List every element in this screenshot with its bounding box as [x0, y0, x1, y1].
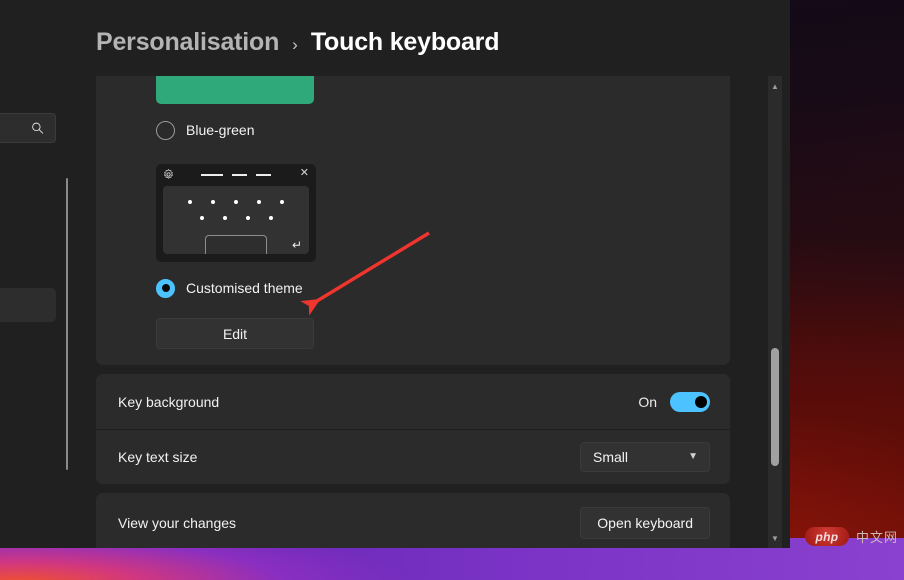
scrollbar-thumb[interactable]: [771, 348, 779, 466]
suggestion-dash: [201, 174, 223, 176]
close-icon: ✕: [299, 167, 309, 179]
radio-button-blue-green[interactable]: [156, 120, 175, 140]
keyboard-settings-card: Key background On Key text size Small ▼: [96, 374, 730, 484]
radio-option-customised[interactable]: Customised theme: [156, 274, 708, 302]
view-changes-label: View your changes: [118, 515, 237, 531]
setting-row-key-text-size: Key text size Small ▼: [96, 429, 730, 484]
nav-rail-divider: [66, 178, 68, 470]
breadcrumb: Personalisation › Touch keyboard: [96, 28, 499, 57]
theme-preview-customised[interactable]: ✕ ↵: [156, 164, 316, 262]
php-logo-icon: php: [804, 527, 849, 546]
watermark-text: 中文网: [855, 530, 898, 545]
preview-key-area: ↵: [163, 186, 309, 254]
search-input[interactable]: [0, 113, 56, 143]
suggestion-dash: [232, 174, 247, 176]
view-changes-card: View your changes Open keyboard: [96, 493, 730, 548]
preview-key-dot: [211, 200, 215, 204]
breadcrumb-root-link[interactable]: Personalisation: [96, 28, 279, 57]
preview-toolbar: ✕: [156, 164, 316, 186]
settings-gear-icon: [163, 169, 174, 179]
settings-window: Personalisation › Touch keyboard ↵: [0, 0, 790, 548]
preview-spacebar: [205, 235, 267, 254]
settings-navigation-rail: [0, 0, 70, 548]
setting-label-key-text-size: Key text size: [118, 449, 198, 465]
dropdown-selected-value: Small: [593, 449, 629, 465]
page-title: Touch keyboard: [310, 28, 500, 56]
search-icon: [32, 122, 44, 134]
preview-key-dot: [199, 216, 204, 220]
preview-key-row-2: [163, 216, 309, 220]
breadcrumb-separator-icon: ›: [292, 35, 298, 54]
theme-preview-blue-green[interactable]: ↵: [156, 76, 314, 104]
open-keyboard-button[interactable]: Open keyboard: [580, 507, 710, 539]
scroll-down-button[interactable]: ▼: [768, 530, 782, 546]
suggestion-dash: [256, 174, 271, 176]
sidebar-item-personalisation[interactable]: [0, 288, 56, 322]
key-text-size-dropdown[interactable]: Small ▼: [580, 442, 710, 472]
edit-button[interactable]: Edit: [156, 318, 314, 349]
preview-key-dot: [280, 200, 284, 204]
radio-label-blue-green: Blue-green: [186, 122, 255, 138]
radio-option-blue-green[interactable]: Blue-green: [156, 116, 708, 144]
preview-key-dot: [268, 216, 273, 220]
preview-key-dot: [257, 200, 261, 204]
radio-button-customised[interactable]: [156, 278, 175, 298]
setting-row-key-background: Key background On: [96, 374, 730, 429]
preview-key-dot: [245, 216, 250, 220]
key-background-toggle[interactable]: [670, 391, 710, 412]
theme-option-customised: ✕ ↵ Customised theme Edit: [96, 164, 730, 349]
page-header: Personalisation › Touch keyboard: [70, 0, 790, 76]
setting-control-group: On: [638, 391, 710, 412]
preview-suggestion-bar: [201, 174, 271, 176]
theme-option-blue-green: ↵ Blue-green: [96, 76, 730, 144]
content-scrollbar[interactable]: ▲ ▼: [760, 76, 790, 548]
setting-label-key-background: Key background: [118, 393, 220, 410]
settings-content-viewport: ↵ Blue-green: [70, 76, 760, 548]
keyboard-theme-card: ↵ Blue-green: [96, 76, 730, 365]
preview-key-row-1: [163, 200, 309, 204]
watermark: php 中文网: [804, 527, 898, 546]
scrollbar-track[interactable]: [768, 76, 782, 548]
chevron-down-icon: ▼: [688, 451, 698, 462]
scroll-up-button[interactable]: ▲: [768, 78, 782, 94]
preview-key-dot: [222, 216, 227, 220]
settings-content: ↵ Blue-green: [70, 76, 760, 548]
preview-key-dot: [188, 200, 192, 204]
radio-label-customised: Customised theme: [186, 280, 303, 296]
view-changes-row: View your changes Open keyboard: [96, 493, 730, 548]
return-arrow-icon: ↵: [291, 238, 302, 252]
toggle-state-label: On: [638, 393, 657, 410]
toggle-knob: [695, 395, 707, 408]
preview-key-dot: [234, 200, 238, 204]
